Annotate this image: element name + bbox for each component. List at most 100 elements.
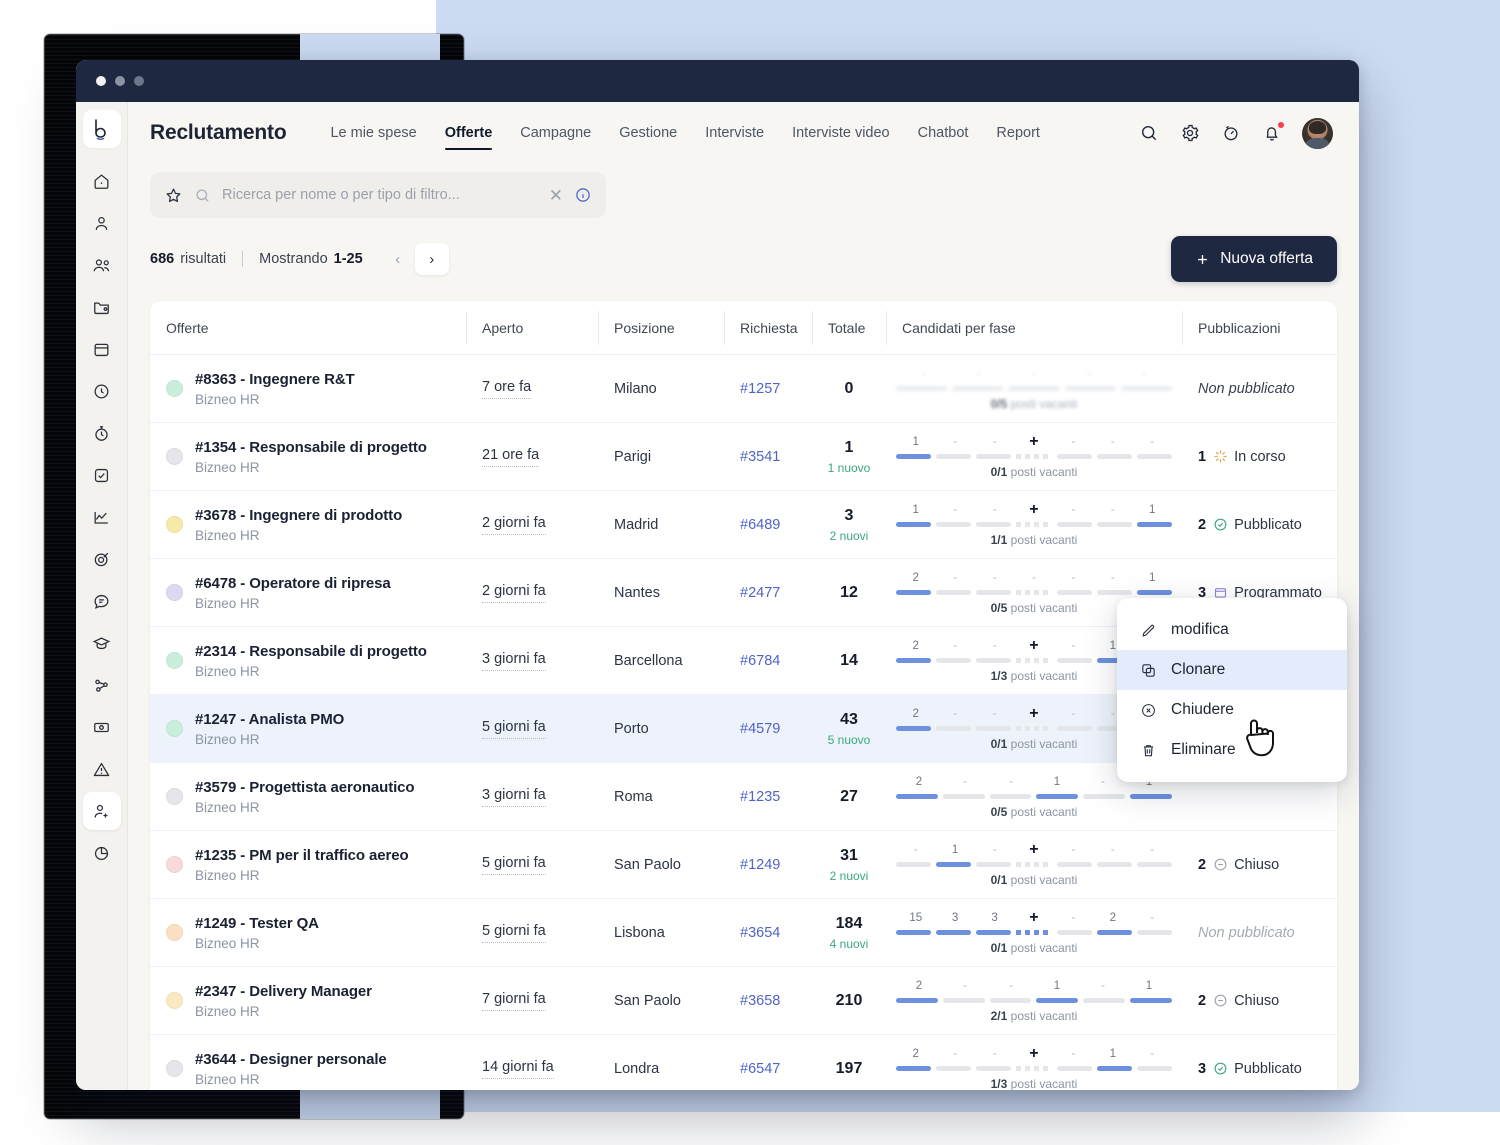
phase-count: - bbox=[1087, 367, 1092, 380]
offer-cell[interactable]: #2314 - Responsabile di progetto Bizneo H… bbox=[150, 627, 466, 694]
richiesta-cell[interactable]: #1257 bbox=[724, 355, 812, 422]
totale-cell: 0 bbox=[812, 355, 886, 422]
context-menu-item-chiudere[interactable]: Chiudere bbox=[1117, 690, 1347, 730]
sidebar-item-chat[interactable] bbox=[83, 582, 121, 620]
tab-gestione[interactable]: Gestione bbox=[605, 102, 691, 164]
sidebar-item-alerts[interactable] bbox=[83, 750, 121, 788]
phase-count: - bbox=[953, 707, 958, 720]
offer-cell[interactable]: #8363 - Ingegnere R&T Bizneo HR bbox=[150, 355, 466, 422]
next-page-button[interactable]: › bbox=[414, 243, 449, 275]
richiesta-cell[interactable]: #3654 bbox=[724, 899, 812, 966]
search-icon[interactable] bbox=[1138, 122, 1160, 144]
context-menu-item-clonare[interactable]: Clonare bbox=[1117, 650, 1347, 690]
new-candidates-badge: 5 nuovo bbox=[827, 732, 871, 747]
offer-cell[interactable]: #1249 - Tester QA Bizneo HR bbox=[150, 899, 466, 966]
offer-text: #8363 - Ingegnere R&T Bizneo HR bbox=[195, 370, 355, 408]
bizneo-logo[interactable] bbox=[82, 110, 121, 148]
richiesta-link[interactable]: #6547 bbox=[740, 1061, 780, 1077]
richiesta-cell[interactable]: #6547 bbox=[724, 1035, 812, 1090]
richiesta-link[interactable]: #1249 bbox=[740, 857, 780, 873]
sidebar-item-workflow[interactable] bbox=[83, 666, 121, 704]
richiesta-cell[interactable]: #6784 bbox=[724, 627, 812, 694]
richiesta-link[interactable]: #2477 bbox=[740, 585, 780, 601]
sidebar-item-timer[interactable] bbox=[83, 414, 121, 452]
table-row[interactable]: #2347 - Delivery Manager Bizneo HR 7 giorn… bbox=[150, 967, 1337, 1035]
richiesta-cell[interactable]: #6489 bbox=[724, 491, 812, 558]
richiesta-link[interactable]: #6784 bbox=[740, 653, 780, 669]
window-maximize-dot[interactable] bbox=[134, 76, 144, 86]
context-menu-item-modifica[interactable]: modifica bbox=[1117, 610, 1347, 650]
app-window: Reclutamento Le mie spese Offerte Campag… bbox=[76, 60, 1359, 1090]
richiesta-cell[interactable]: #2477 bbox=[724, 559, 812, 626]
richiesta-link[interactable]: #3658 bbox=[740, 993, 780, 1009]
tab-interviste[interactable]: Interviste bbox=[691, 102, 778, 164]
tab-chatbot[interactable]: Chatbot bbox=[904, 102, 983, 164]
new-offer-button[interactable]: Nuova offerta bbox=[1171, 236, 1337, 282]
gear-icon[interactable] bbox=[1179, 122, 1201, 144]
tab-campagne[interactable]: Campagne bbox=[506, 102, 605, 164]
tab-offerte[interactable]: Offerte bbox=[431, 102, 507, 164]
sidebar-item-folder[interactable] bbox=[83, 288, 121, 326]
sidebar-item-tasks[interactable] bbox=[83, 456, 121, 494]
offer-cell[interactable]: #1247 - Analista PMO Bizneo HR bbox=[150, 695, 466, 762]
context-menu-item-eliminare[interactable]: Eliminare bbox=[1117, 730, 1347, 770]
richiesta-cell[interactable]: #1249 bbox=[724, 831, 812, 898]
avatar[interactable] bbox=[1302, 117, 1333, 149]
table-row[interactable]: #3644 - Designer personale Bizneo HR 14 gi… bbox=[150, 1035, 1337, 1090]
offer-text: #1235 - PM per il traffico aereo Bizneo H… bbox=[195, 846, 409, 884]
sidebar-item-clock[interactable] bbox=[83, 372, 121, 410]
offer-cell[interactable]: #2347 - Delivery Manager Bizneo HR bbox=[150, 967, 466, 1034]
richiesta-cell[interactable]: #3658 bbox=[724, 967, 812, 1034]
info-icon[interactable] bbox=[574, 186, 592, 204]
phase-count: 1 bbox=[1149, 503, 1156, 516]
sidebar-item-home[interactable] bbox=[83, 162, 121, 200]
richiesta-cell[interactable]: #4579 bbox=[724, 695, 812, 762]
richiesta-link[interactable]: #1257 bbox=[740, 381, 780, 397]
richiesta-link[interactable]: #3541 bbox=[740, 449, 780, 465]
tab-le-mie-spese[interactable]: Le mie spese bbox=[316, 102, 430, 164]
tab-interviste-video[interactable]: Interviste video bbox=[778, 102, 904, 164]
richiesta-cell[interactable]: #1235 bbox=[724, 763, 812, 830]
sidebar-item-recruitment[interactable] bbox=[82, 792, 121, 830]
table-row[interactable]: #1354 - Responsabile di progetto Bizneo H… bbox=[150, 423, 1337, 491]
window-minimize-dot[interactable] bbox=[115, 76, 125, 86]
context-menu-label: Chiudere bbox=[1171, 701, 1234, 718]
richiesta-link[interactable]: #4579 bbox=[740, 721, 780, 737]
search-input[interactable] bbox=[222, 187, 538, 203]
sidebar-item-users[interactable] bbox=[83, 246, 121, 284]
stopwatch-icon[interactable] bbox=[1220, 122, 1242, 144]
offer-cell[interactable]: #3678 - Ingegnere di prodotto Bizneo HR bbox=[150, 491, 466, 558]
offer-cell[interactable]: #6478 - Operatore di ripresa Bizneo HR bbox=[150, 559, 466, 626]
sidebar-item-user[interactable] bbox=[83, 204, 121, 242]
tab-report[interactable]: Report bbox=[982, 102, 1054, 164]
close-icon[interactable]: ✕ bbox=[549, 187, 563, 204]
richiesta-link[interactable]: #3654 bbox=[740, 925, 780, 941]
richiesta-link[interactable]: #1235 bbox=[740, 789, 780, 805]
sidebar-item-calendar[interactable] bbox=[83, 330, 121, 368]
sidebar-item-training[interactable] bbox=[83, 624, 121, 662]
sidebar-item-payroll[interactable] bbox=[83, 708, 121, 746]
richiesta-link[interactable]: #6489 bbox=[740, 517, 780, 533]
table-row[interactable]: #1235 - PM per il traffico aereo Bizneo H… bbox=[150, 831, 1337, 899]
sidebar-item-analytics[interactable] bbox=[83, 498, 121, 536]
prev-page-button[interactable]: ‹ bbox=[381, 243, 415, 275]
search-bar[interactable]: ✕ bbox=[150, 172, 606, 218]
star-icon[interactable] bbox=[164, 186, 183, 205]
sidebar-item-goals[interactable] bbox=[83, 540, 121, 578]
offer-cell[interactable]: #1235 - PM per il traffico aereo Bizneo H… bbox=[150, 831, 466, 898]
phase-count: - bbox=[1009, 775, 1013, 788]
window-close-dot[interactable] bbox=[96, 76, 106, 86]
offer-cell[interactable]: #3644 - Designer personale Bizneo HR bbox=[150, 1035, 466, 1090]
phase-bars bbox=[896, 453, 1172, 459]
sidebar-item-reports[interactable] bbox=[83, 834, 121, 872]
offer-cell[interactable]: #3579 - Progettista aeronautico Bizneo HR bbox=[150, 763, 466, 830]
context-menu-label: modifica bbox=[1171, 621, 1229, 638]
table-row[interactable]: #8363 - Ingegnere R&T Bizneo HR 7 ore fa Mi… bbox=[150, 355, 1337, 423]
bell-icon[interactable] bbox=[1261, 121, 1285, 144]
window-titlebar bbox=[76, 60, 1359, 102]
phase-count: 1 bbox=[1053, 775, 1061, 788]
offer-cell[interactable]: #1354 - Responsabile di progetto Bizneo H… bbox=[150, 423, 466, 490]
table-row[interactable]: #3678 - Ingegnere di prodotto Bizneo HR 2 … bbox=[150, 491, 1337, 559]
table-row[interactable]: #1249 - Tester QA Bizneo HR 5 giorni fa Lis… bbox=[150, 899, 1337, 967]
richiesta-cell[interactable]: #3541 bbox=[724, 423, 812, 490]
